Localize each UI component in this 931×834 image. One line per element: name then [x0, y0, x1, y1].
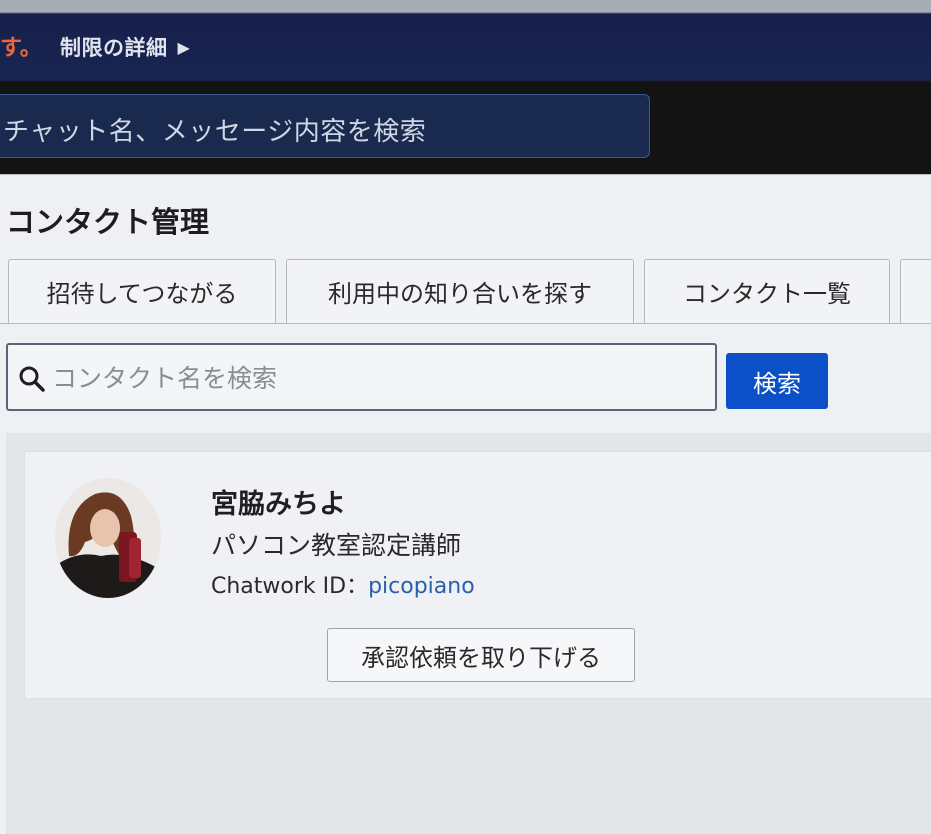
- tab-label: コンタクト一覧: [683, 280, 851, 308]
- contact-name: 宮脇みちよ: [211, 489, 346, 520]
- contact-title: パソコン教室認定講師: [211, 531, 462, 560]
- search-button[interactable]: 検索: [726, 353, 828, 409]
- contact-id: Chatwork ID：picopiano: [211, 568, 475, 600]
- notice-bar: す。 制限の詳細 ▶: [0, 0, 931, 82]
- tab-invite[interactable]: 招待してつながる: [8, 259, 276, 323]
- limit-details-label: 制限の詳細: [60, 36, 168, 60]
- chat-search-placeholder: チャット名、メッセージ内容を検索: [3, 117, 427, 147]
- tab-contact-list[interactable]: コンタクト一覧: [644, 259, 890, 323]
- notice-text: す。: [0, 36, 42, 61]
- tab-label: 利用中の知り合いを探す: [328, 280, 592, 308]
- chat-search-band: チャット名、メッセージ内容を検索: [0, 82, 931, 174]
- tab-find-acquaintances[interactable]: 利用中の知り合いを探す: [286, 259, 634, 323]
- tab-label: 招待してつながる: [46, 280, 238, 308]
- tab-divider: [0, 323, 931, 324]
- contact-search-box[interactable]: [6, 343, 717, 411]
- tab-partial[interactable]: [900, 259, 931, 323]
- contact-id-value[interactable]: picopiano: [368, 574, 475, 599]
- chevron-right-icon: ▶: [177, 38, 191, 57]
- dialog-title: コンタクト管理: [6, 205, 210, 239]
- contact-card: 宮脇みちよ パソコン教室認定講師 Chatwork ID：picopiano 承…: [24, 451, 931, 699]
- withdraw-request-button[interactable]: 承認依頼を取り下げる: [327, 628, 635, 682]
- limit-details-link[interactable]: 制限の詳細 ▶: [60, 32, 190, 62]
- contact-search-input[interactable]: [52, 359, 692, 397]
- contact-management-dialog: コンタクト管理 招待してつながる 利用中の知り合いを探す コンタクト一覧 検索: [0, 174, 931, 834]
- screen: す。 制限の詳細 ▶ チャット名、メッセージ内容を検索 コンタクト管理 招待してつ…: [0, 0, 931, 834]
- chat-search-input[interactable]: チャット名、メッセージ内容を検索: [0, 94, 650, 158]
- contact-id-label: Chatwork ID：: [211, 574, 369, 599]
- avatar: [55, 478, 161, 598]
- search-results: 宮脇みちよ パソコン教室認定講師 Chatwork ID：picopiano 承…: [6, 433, 931, 834]
- search-icon: [19, 366, 45, 392]
